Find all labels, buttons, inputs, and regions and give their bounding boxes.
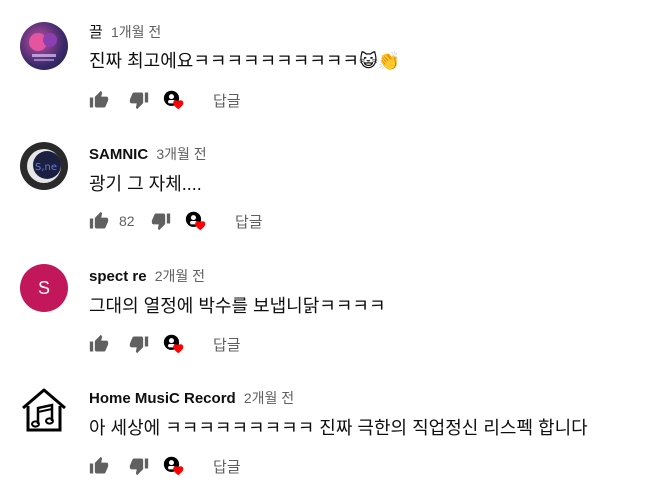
thumb-up-icon[interactable] [89, 211, 109, 231]
creator-heart-icon[interactable] [163, 89, 185, 111]
comment-header: SAMNIC 3개월 전 [89, 144, 207, 164]
thumb-down-icon[interactable] [129, 334, 149, 354]
thumb-up-icon[interactable] [89, 456, 109, 476]
house-music-logo-icon [22, 388, 66, 432]
comment-text: 광기 그 자체.... [89, 174, 202, 194]
reply-button[interactable]: 답글 [213, 456, 241, 477]
comment-time[interactable]: 2개월 전 [155, 268, 205, 284]
comment-actions: 답글 [89, 88, 241, 112]
comment-4: Home MusiC Record 2개월 전 아 세상에 ㅋㅋㅋㅋㅋㅋㅋㅋㅋ … [0, 364, 646, 485]
author-name[interactable]: spect re [89, 268, 147, 285]
avatar[interactable]: S,ne [20, 142, 68, 190]
author-name[interactable]: SAMNIC [89, 146, 148, 163]
thumb-up-icon[interactable] [89, 334, 109, 354]
comment-header: spect re 2개월 전 [89, 266, 205, 286]
comment-time[interactable]: 2개월 전 [244, 390, 294, 406]
avatar-letter: S [37, 277, 50, 298]
avatar-image-icon: S,ne [20, 142, 68, 190]
comment-text-body: 진짜 최고에요ㅋㅋㅋㅋㅋㅋㅋㅋㅋㅋ [89, 51, 359, 71]
author-name[interactable]: Home MusiC Record [89, 390, 236, 407]
author-name[interactable]: 끌 [89, 24, 103, 41]
comment-actions: 답글 [89, 332, 241, 356]
thumb-up-icon[interactable] [89, 90, 109, 110]
reply-button[interactable]: 답글 [235, 211, 263, 232]
thumb-down-icon[interactable] [129, 90, 149, 110]
like-count: 82 [119, 213, 135, 229]
comment-1: 끌 1개월 전 진짜 최고에요ㅋㅋㅋㅋㅋㅋㅋㅋㅋㅋ😺👏 답글 [0, 0, 646, 120]
thumb-down-icon[interactable] [129, 456, 149, 476]
comment-text: 그대의 열정에 박수를 보냅니닭ㅋㅋㅋㅋ [89, 296, 386, 316]
avatar[interactable] [20, 386, 68, 434]
comment-text: 진짜 최고에요ㅋㅋㅋㅋㅋㅋㅋㅋㅋㅋ😺👏 [89, 47, 400, 73]
creator-heart-icon[interactable] [185, 210, 207, 232]
reply-button[interactable]: 답글 [213, 334, 241, 355]
comment-header: Home MusiC Record 2개월 전 [89, 388, 294, 408]
avatar-image-icon [29, 33, 57, 61]
creator-heart-icon[interactable] [163, 333, 185, 355]
comment-emojis: 😺👏 [358, 51, 401, 71]
comment-header: 끌 1개월 전 [89, 21, 161, 42]
comment-actions: 답글 [89, 454, 241, 478]
reply-button[interactable]: 답글 [213, 90, 241, 111]
creator-heart-icon[interactable] [163, 455, 185, 477]
avatar[interactable] [20, 22, 68, 70]
comment-2: S,ne SAMNIC 3개월 전 광기 그 자체.... 82 답글 [0, 120, 646, 242]
comment-time[interactable]: 3개월 전 [156, 146, 206, 162]
comment-3: S spect re 2개월 전 그대의 열정에 박수를 보냅니닭ㅋㅋㅋㅋ 답글 [0, 242, 646, 364]
svg-text:S,ne: S,ne [35, 162, 57, 173]
comment-time[interactable]: 1개월 전 [111, 24, 161, 40]
avatar[interactable]: S [20, 264, 68, 312]
comment-text: 아 세상에 ㅋㅋㅋㅋㅋㅋㅋㅋㅋ 진짜 극한의 직업정신 리스펙 합니다 [89, 418, 588, 438]
thumb-down-icon[interactable] [151, 211, 171, 231]
comment-actions: 82 답글 [89, 209, 263, 233]
